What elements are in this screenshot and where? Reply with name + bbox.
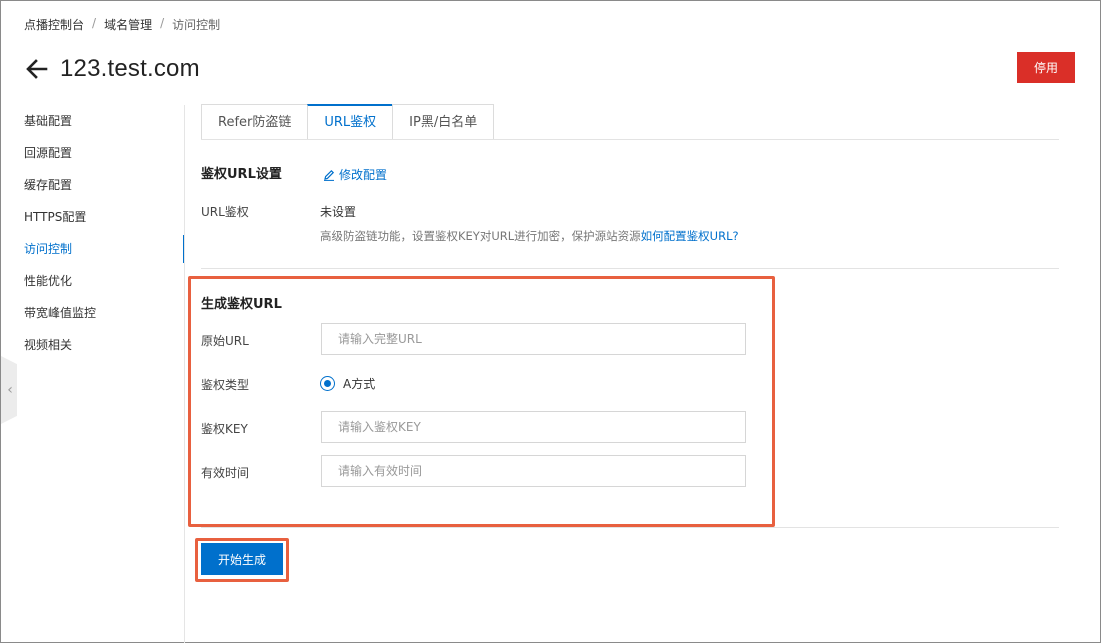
breadcrumb: 点播控制台 / 域名管理 / 访问控制: [24, 16, 220, 33]
start-generate-button[interactable]: 开始生成: [201, 543, 283, 575]
sidebar-item-https[interactable]: HTTPS配置: [1, 201, 185, 233]
valid-time-input[interactable]: [321, 455, 746, 487]
auth-type-option-label: A方式: [343, 377, 376, 391]
generate-highlight-box: [188, 276, 775, 527]
breadcrumb-separator: /: [160, 16, 165, 30]
tabs-underline: [201, 139, 1059, 140]
chevron-left-icon: ‹: [7, 382, 13, 398]
original-url-input[interactable]: [321, 323, 746, 355]
breadcrumb-separator: /: [92, 16, 97, 30]
valid-time-label: 有效时间: [201, 466, 250, 480]
url-auth-help: 高级防盗链功能，设置鉴权KEY对URL进行加密，保护源站资源如何配置鉴权URL?: [320, 228, 739, 244]
breadcrumb-item-domains[interactable]: 域名管理: [104, 16, 152, 33]
pencil-icon: [324, 169, 335, 181]
tab-referer[interactable]: Refer防盗链: [201, 104, 308, 140]
tab-ip-list[interactable]: IP黑/白名单: [392, 104, 495, 140]
sidebar: 基础配置 回源配置 缓存配置 HTTPS配置 访问控制 性能优化 带宽峰值监控 …: [1, 105, 185, 643]
url-auth-help-text: 高级防盗链功能，设置鉴权KEY对URL进行加密，保护源站资源: [320, 229, 641, 243]
auth-type-label: 鉴权类型: [201, 378, 250, 392]
sidebar-item-origin[interactable]: 回源配置: [1, 137, 185, 169]
auth-section-title: 鉴权URL设置: [201, 167, 282, 182]
auth-type-radio-a[interactable]: A方式: [320, 375, 375, 392]
tab-bar: Refer防盗链 URL鉴权 IP黑/白名单: [201, 104, 495, 140]
breadcrumb-item-current: 访问控制: [172, 18, 221, 32]
section-divider: [201, 268, 1059, 269]
original-url-label: 原始URL: [201, 334, 249, 348]
url-auth-value: 未设置: [320, 205, 357, 219]
url-auth-label: URL鉴权: [201, 205, 249, 219]
sidebar-item-video[interactable]: 视频相关: [1, 329, 185, 361]
sidebar-item-basic[interactable]: 基础配置: [1, 105, 185, 137]
sidebar-item-cache[interactable]: 缓存配置: [1, 169, 185, 201]
breadcrumb-item-console[interactable]: 点播控制台: [24, 16, 84, 33]
edit-config-link[interactable]: 修改配置: [323, 166, 387, 183]
sidebar-item-access-control[interactable]: 访问控制: [1, 233, 185, 265]
sidebar-item-bandwidth-monitor[interactable]: 带宽峰值监控: [1, 297, 185, 329]
page-title: 123.test.com: [60, 55, 200, 82]
url-auth-help-link[interactable]: 如何配置鉴权URL?: [641, 229, 739, 243]
sidebar-collapse-handle[interactable]: ‹: [1, 356, 17, 424]
auth-key-input[interactable]: [321, 411, 746, 443]
tab-url-auth[interactable]: URL鉴权: [307, 104, 393, 140]
generate-section-title: 生成鉴权URL: [201, 297, 282, 312]
section-divider: [201, 527, 1059, 528]
page-header: 123.test.com: [24, 55, 200, 83]
disable-button[interactable]: 停用: [1017, 52, 1075, 83]
edit-config-label: 修改配置: [339, 168, 388, 182]
sidebar-item-performance[interactable]: 性能优化: [1, 265, 185, 297]
radio-checked-icon: [320, 376, 335, 391]
sidebar-divider: [184, 105, 185, 643]
arrow-left-icon[interactable]: [24, 56, 50, 82]
auth-key-label: 鉴权KEY: [201, 422, 248, 436]
